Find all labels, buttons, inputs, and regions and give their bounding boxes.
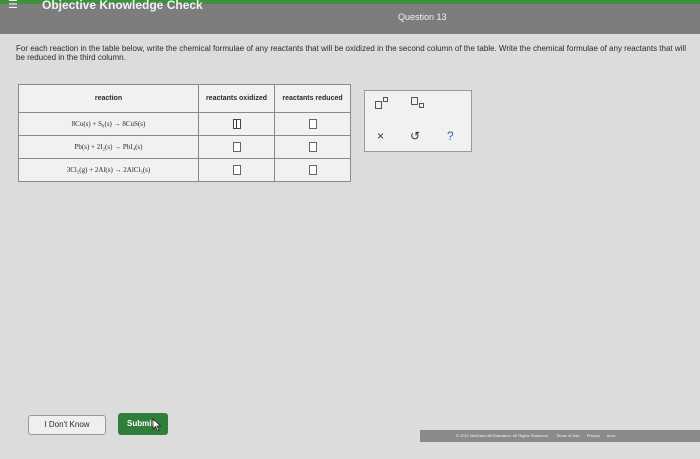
- dont-know-button[interactable]: I Don't Know: [28, 415, 106, 435]
- reduced-answer-input[interactable]: [308, 119, 317, 129]
- oxidized-answer-input[interactable]: [232, 119, 241, 129]
- clear-icon[interactable]: ×: [377, 129, 384, 143]
- reduced-cell[interactable]: [274, 158, 351, 182]
- instructions-text: For each reaction in the table below, wr…: [16, 44, 686, 62]
- header-reactants-oxidized: reactants oxidized: [198, 84, 275, 113]
- help-icon[interactable]: ?: [447, 129, 454, 143]
- privacy-link[interactable]: Privacy: [587, 433, 600, 438]
- table-row: 3Cl₂(g) + 2Al(s) → 2AlCl₃(s): [18, 158, 351, 182]
- terms-link[interactable]: Terms of Use: [556, 433, 580, 438]
- header-reactants-reduced: reactants reduced: [274, 84, 351, 113]
- header-bar: ☰ Objective Knowledge Check Question 13: [0, 0, 700, 34]
- reduced-answer-input[interactable]: [308, 165, 317, 175]
- formula-toolbar: × ↺ ?: [364, 90, 472, 152]
- oxidized-cell[interactable]: [198, 112, 275, 136]
- reaction-table: reaction reactants oxidized reactants re…: [18, 84, 351, 182]
- undo-icon[interactable]: ↺: [410, 129, 420, 143]
- oxidized-cell[interactable]: [198, 158, 275, 182]
- oxidized-answer-input[interactable]: [232, 165, 241, 175]
- reaction-equation: Pb(s) + 2I₂(s) → PbI₄(s): [18, 135, 199, 159]
- superscript-icon[interactable]: [375, 97, 389, 109]
- accessibility-link[interactable]: Acce: [607, 433, 616, 438]
- reaction-equation: 8Cu(s) + S₈(s) → 8CuS(s): [18, 112, 199, 136]
- subscript-icon[interactable]: [411, 97, 425, 109]
- header-reaction: reaction: [18, 84, 199, 113]
- reduced-answer-input[interactable]: [308, 142, 317, 152]
- reduced-cell[interactable]: [274, 112, 351, 136]
- mouse-pointer-icon: [152, 418, 162, 432]
- reduced-cell[interactable]: [274, 135, 351, 159]
- superscript-exponent-box: [383, 97, 388, 102]
- oxidized-answer-input[interactable]: [232, 142, 241, 152]
- menu-icon[interactable]: ☰: [8, 0, 22, 11]
- oxidized-cell[interactable]: [198, 135, 275, 159]
- table-row: Pb(s) + 2I₂(s) → PbI₄(s): [18, 135, 351, 159]
- footer-bar: © 2021 McGraw-Hill Education. All Rights…: [420, 430, 700, 442]
- subscript-base-box: [411, 97, 418, 105]
- page-title: Objective Knowledge Check: [42, 0, 203, 12]
- reaction-equation: 3Cl₂(g) + 2Al(s) → 2AlCl₃(s): [18, 158, 199, 182]
- subscript-index-box: [419, 103, 424, 108]
- table-row: 8Cu(s) + S₈(s) → 8CuS(s): [18, 112, 351, 136]
- copyright-text: © 2021 McGraw-Hill Education. All Rights…: [456, 433, 549, 438]
- superscript-base-box: [375, 101, 382, 109]
- question-number: Question 13: [398, 12, 447, 22]
